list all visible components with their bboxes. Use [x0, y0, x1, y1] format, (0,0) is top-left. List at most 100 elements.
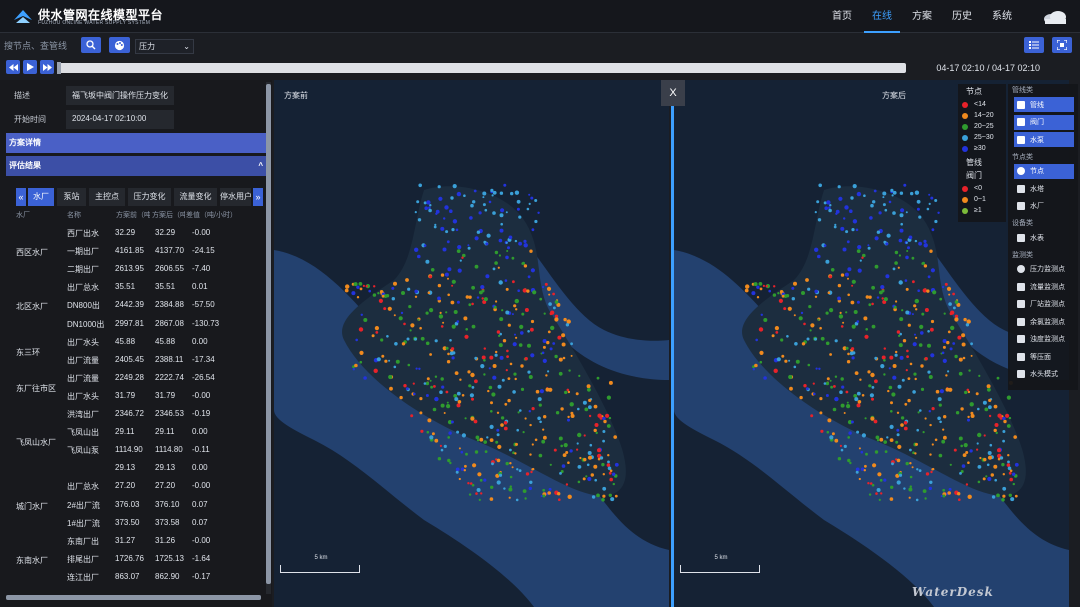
network-node[interactable] — [864, 334, 869, 339]
network-node[interactable] — [988, 405, 992, 410]
network-node[interactable] — [443, 444, 447, 448]
network-node[interactable] — [516, 468, 519, 471]
rewind-button[interactable] — [6, 60, 20, 74]
network-node[interactable] — [351, 291, 356, 296]
network-node[interactable] — [825, 394, 829, 397]
network-node[interactable] — [612, 472, 616, 476]
network-node[interactable] — [914, 298, 919, 304]
network-node[interactable] — [905, 369, 908, 372]
network-node[interactable] — [607, 460, 610, 464]
network-node[interactable] — [437, 283, 442, 288]
network-node[interactable] — [480, 492, 483, 495]
network-node[interactable] — [389, 386, 393, 391]
network-node[interactable] — [596, 376, 600, 380]
network-node[interactable] — [966, 388, 970, 392]
network-node[interactable] — [898, 238, 903, 243]
network-node[interactable] — [963, 443, 968, 448]
network-node[interactable] — [467, 244, 470, 247]
network-node[interactable] — [791, 286, 795, 290]
network-node[interactable] — [587, 451, 592, 455]
network-node[interactable] — [508, 496, 511, 499]
network-node[interactable] — [947, 370, 950, 373]
network-node[interactable] — [478, 498, 481, 501]
network-node[interactable] — [976, 448, 979, 451]
network-node[interactable] — [614, 494, 618, 498]
network-node[interactable] — [952, 342, 956, 345]
network-node[interactable] — [793, 281, 797, 286]
network-node[interactable] — [400, 311, 404, 315]
network-node[interactable] — [495, 350, 498, 354]
network-node[interactable] — [927, 330, 930, 333]
network-node[interactable] — [880, 364, 885, 369]
network-node[interactable] — [570, 354, 573, 357]
network-node[interactable] — [871, 483, 875, 487]
network-node[interactable] — [484, 450, 488, 453]
network-node[interactable] — [426, 377, 430, 381]
network-node[interactable] — [543, 415, 547, 419]
network-node[interactable] — [967, 461, 970, 465]
network-node[interactable] — [847, 352, 850, 356]
network-node[interactable] — [405, 387, 409, 391]
map-before-canvas[interactable] — [274, 80, 669, 607]
network-node[interactable] — [846, 360, 851, 364]
network-node[interactable] — [942, 358, 947, 363]
play-button[interactable] — [23, 60, 37, 74]
network-node[interactable] — [499, 317, 504, 322]
network-node[interactable] — [542, 345, 546, 349]
network-node[interactable] — [987, 451, 992, 455]
network-node[interactable] — [492, 190, 497, 195]
network-node[interactable] — [783, 307, 787, 311]
network-node[interactable] — [922, 288, 927, 293]
network-node[interactable] — [826, 430, 830, 434]
network-node[interactable] — [840, 226, 845, 231]
network-node[interactable] — [888, 385, 893, 390]
network-node[interactable] — [492, 211, 496, 215]
network-node[interactable] — [949, 312, 953, 316]
network-node[interactable] — [482, 196, 485, 199]
network-node[interactable] — [582, 400, 587, 405]
network-node[interactable] — [753, 282, 758, 287]
network-node[interactable] — [534, 438, 538, 442]
network-node[interactable] — [861, 433, 866, 438]
network-node[interactable] — [440, 448, 444, 452]
network-node[interactable] — [871, 386, 875, 389]
network-node[interactable] — [587, 476, 592, 482]
network-node[interactable] — [876, 439, 880, 442]
network-node[interactable] — [934, 199, 938, 202]
network-node[interactable] — [892, 267, 896, 271]
network-node[interactable] — [467, 370, 471, 374]
network-node[interactable] — [928, 375, 933, 379]
network-node[interactable] — [976, 442, 979, 445]
network-node[interactable] — [491, 392, 496, 397]
network-node[interactable] — [472, 200, 476, 204]
network-node[interactable] — [834, 396, 839, 402]
network-node[interactable] — [952, 292, 955, 296]
network-node[interactable] — [931, 228, 935, 232]
network-node[interactable] — [765, 285, 768, 288]
network-node[interactable] — [861, 256, 864, 259]
network-node[interactable] — [834, 438, 839, 443]
network-node[interactable] — [819, 411, 823, 415]
network-node[interactable] — [418, 367, 421, 370]
network-node[interactable] — [986, 384, 991, 389]
network-node[interactable] — [873, 419, 878, 424]
network-node[interactable] — [423, 382, 427, 385]
network-node[interactable] — [587, 455, 593, 460]
network-node[interactable] — [502, 339, 507, 343]
network-node[interactable] — [513, 372, 517, 376]
network-node[interactable] — [851, 324, 856, 329]
network-node[interactable] — [955, 411, 960, 415]
network-node[interactable] — [988, 398, 992, 402]
nav-item-3[interactable]: 历史 — [944, 0, 980, 33]
network-node[interactable] — [540, 495, 543, 498]
tabs-next-button[interactable]: » — [253, 188, 263, 206]
network-node[interactable] — [977, 480, 981, 484]
network-node[interactable] — [439, 390, 443, 395]
network-node[interactable] — [520, 387, 525, 391]
network-node[interactable] — [1008, 493, 1012, 497]
network-node[interactable] — [355, 338, 358, 342]
network-node[interactable] — [425, 394, 429, 397]
network-node[interactable] — [843, 444, 847, 448]
network-node[interactable] — [539, 297, 543, 301]
network-node[interactable] — [545, 374, 548, 377]
